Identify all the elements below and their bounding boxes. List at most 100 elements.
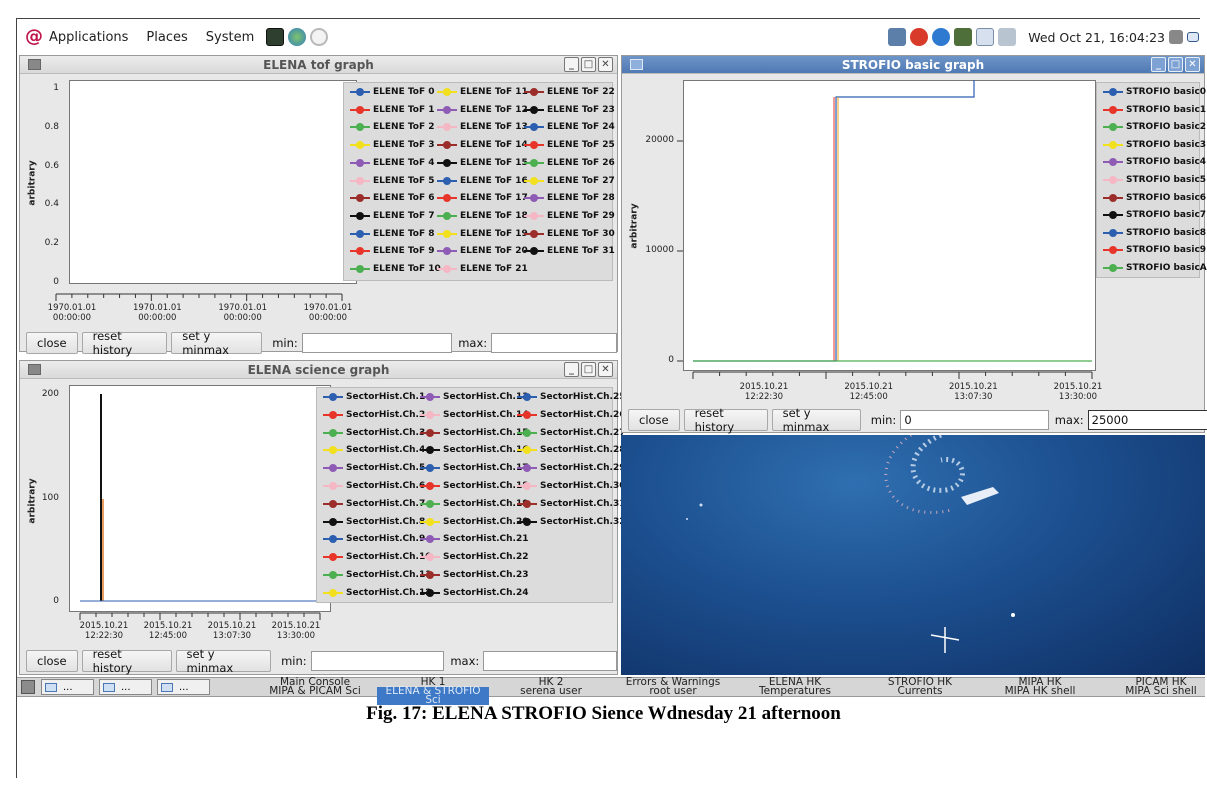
workspace-button[interactable]: STROFIO HK Currents	[864, 677, 976, 697]
max-input[interactable]	[491, 333, 617, 353]
show-desktop-icon[interactable]	[21, 680, 35, 694]
legend-label: ELENE ToF 7	[373, 210, 435, 221]
legend-item: ELENE ToF 14	[437, 140, 528, 150]
legend-label: STROFIO basic5	[1126, 175, 1207, 185]
settings-gear-icon[interactable]	[910, 28, 929, 46]
legend-marker-icon	[1103, 105, 1123, 114]
x-tick-label: 1970.01.01 00:00:00	[303, 303, 353, 323]
legend-item: STROFIO basic9	[1103, 245, 1206, 255]
legend-item: SectorHist.Ch.5	[323, 463, 425, 473]
legend-marker-icon	[1103, 264, 1123, 272]
legend-item: ELENE ToF 20	[437, 246, 528, 256]
legend-label: ELENE ToF 22	[547, 87, 615, 97]
taskbar-window-button[interactable]: ...	[41, 679, 94, 695]
legend-label: SectorHist.Ch.22	[443, 552, 529, 563]
strofio-controls: close reset history set y minmax min: 0 …	[628, 406, 1207, 434]
taskbar-window-button[interactable]: ...	[157, 679, 210, 695]
legend-label: SectorHist.Ch.23	[443, 570, 529, 580]
min-input[interactable]	[301, 333, 453, 353]
display-icon[interactable]	[888, 28, 907, 46]
legend-item: SectorHist.Ch.3	[323, 428, 425, 438]
max-input[interactable]: 25000	[1087, 410, 1207, 430]
legend-item: STROFIO basic5	[1103, 175, 1206, 185]
monitor-icon[interactable]	[954, 28, 973, 46]
legend-marker-icon	[350, 265, 370, 273]
debian-logo-icon[interactable]: @	[25, 28, 43, 46]
min-input[interactable]	[310, 651, 445, 671]
menu-places[interactable]: Places	[146, 30, 187, 45]
figure-caption: Fig. 17: ELENA STROFIO Sience Wdnesday 2…	[366, 703, 841, 724]
legend-label: SectorHist.Ch.16	[443, 445, 529, 456]
search-icon[interactable]	[976, 28, 995, 46]
legend-item: ELENE ToF 10	[350, 264, 441, 274]
terminal-launcher-icon[interactable]	[266, 28, 285, 46]
legend-label: ELENE ToF 27	[547, 175, 615, 186]
legend-item: SectorHist.Ch.18	[420, 481, 529, 491]
legend-marker-icon	[517, 499, 537, 508]
legend-item: SectorHist.Ch.4	[323, 445, 425, 455]
browser-launcher-icon[interactable]	[288, 28, 307, 46]
reset-history-button[interactable]: reset history	[683, 406, 768, 434]
taskbar-window-label: ...	[179, 681, 189, 693]
min-input[interactable]: 0	[900, 410, 1049, 430]
x-tick-label: 2015.10.21 12:45:00	[143, 621, 193, 641]
close-button[interactable]: close	[26, 332, 78, 354]
workspace-sublabel: MIPA HK shell	[1004, 685, 1076, 697]
legend-item: SectorHist.Ch.10	[323, 552, 432, 562]
legend-label: STROFIO basic1	[1126, 104, 1207, 115]
legend-label: SectorHist.Ch.24	[443, 587, 529, 598]
menu-applications[interactable]: Applications	[49, 30, 128, 45]
legend-item: SectorHist.Ch.30	[517, 481, 626, 491]
set-y-minmax-button[interactable]: set y minmax	[771, 406, 861, 434]
legend-item: SectorHist.Ch.8	[323, 517, 425, 527]
workspace-button[interactable]: ELENA HK Temperatures	[739, 677, 851, 697]
legend-label: SectorHist.Ch.7	[346, 498, 426, 509]
legend-item: ELENE ToF 26	[524, 158, 615, 168]
legend-marker-icon	[1103, 193, 1123, 202]
clock[interactable]: Wed Oct 21, 16:04:23	[1028, 30, 1165, 45]
workspace-button[interactable]: HK 1 ELENA & STROFIO Sci	[377, 677, 489, 705]
legend-label: SectorHist.Ch.30	[540, 481, 626, 491]
network-status-icon[interactable]	[998, 28, 1017, 46]
legend-label: ELENE ToF 4	[373, 157, 435, 168]
network-launcher-icon[interactable]	[310, 28, 329, 46]
set-y-minmax-button[interactable]: set y minmax	[171, 329, 263, 357]
taskbar-window-button[interactable]: ...	[99, 679, 152, 695]
strofio-legend: STROFIO basic0 STROFIO basic1 STROFIO basi…	[1096, 82, 1207, 278]
legend-label: SectorHist.Ch.26	[540, 409, 626, 420]
legend-marker-icon	[350, 247, 370, 256]
legend-item: STROFIO basic7	[1103, 210, 1206, 220]
max-input[interactable]	[483, 651, 617, 671]
accessibility-icon[interactable]	[932, 28, 951, 46]
reset-history-button[interactable]: reset history	[81, 647, 172, 675]
legend-marker-icon	[437, 105, 457, 114]
set-y-minmax-button[interactable]: set y minmax	[175, 647, 272, 675]
legend-marker-icon	[323, 588, 343, 597]
legend-item: SectorHist.Ch.11	[323, 570, 432, 580]
legend-item: ELENE ToF 19	[437, 229, 528, 239]
max-label: max:	[450, 654, 480, 668]
legend-marker-icon	[1103, 140, 1123, 149]
legend-item: ELENE ToF 23	[524, 105, 615, 115]
workspace-button[interactable]: Main Console MIPA & PICAM Sci	[259, 677, 371, 697]
legend-item: ELENE ToF 13	[437, 122, 528, 132]
workspace-button[interactable]: Errors & Warnings root user	[617, 677, 729, 697]
legend-marker-icon	[350, 211, 370, 220]
workspace-button[interactable]: MIPA HK MIPA HK shell	[984, 677, 1096, 697]
reset-history-button[interactable]: reset history	[81, 329, 168, 357]
legend-label: SectorHist.Ch.3	[346, 427, 426, 438]
close-button[interactable]: close	[628, 409, 680, 431]
legend-label: SectorHist.Ch.14	[443, 409, 529, 420]
legend-item: STROFIO basic8	[1103, 228, 1206, 238]
legend-label: SectorHist.Ch.27	[540, 427, 626, 438]
legend-item: ELENE ToF 5	[350, 176, 435, 186]
legend-label: STROFIO basic9	[1126, 245, 1207, 256]
workspace-button[interactable]: PICAM HK MIPA Sci shell	[1105, 677, 1207, 697]
show-desktop-icon[interactable]	[1187, 32, 1199, 42]
legend-label: STROFIO basic8	[1126, 227, 1207, 238]
legend-item: SectorHist.Ch.20	[420, 517, 529, 527]
volume-icon[interactable]	[1169, 30, 1183, 44]
menu-system[interactable]: System	[206, 30, 254, 45]
close-button[interactable]: close	[26, 650, 78, 672]
workspace-button[interactable]: HK 2 serena user	[495, 677, 607, 697]
